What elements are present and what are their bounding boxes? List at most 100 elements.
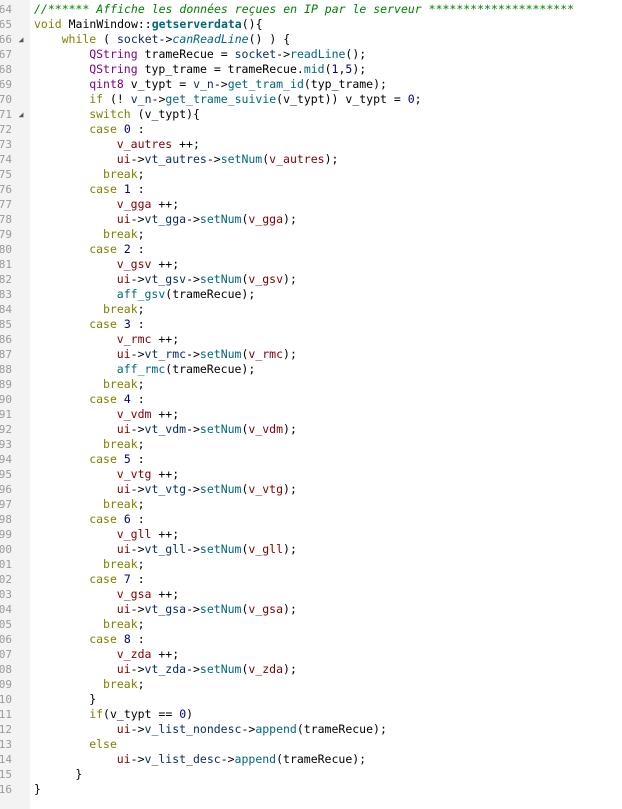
line-number: 114 bbox=[0, 753, 12, 766]
line-number: 78 bbox=[0, 213, 12, 226]
code-line[interactable]: 75 break; bbox=[0, 167, 622, 182]
code-line[interactable]: 116} bbox=[0, 782, 622, 797]
code-token: -> bbox=[206, 152, 221, 166]
code-line[interactable]: 81 v_gsv ++; bbox=[0, 257, 622, 272]
code-line[interactable]: 91 v_vdm ++; bbox=[0, 407, 622, 422]
code-line[interactable]: 85 case 3 : bbox=[0, 317, 622, 332]
code-line[interactable]: 66 ◢ while ( socket->canReadLine() ) { bbox=[0, 32, 622, 47]
code-line[interactable]: 102 case 7 : bbox=[0, 572, 622, 587]
code-line[interactable]: 79 break; bbox=[0, 227, 622, 242]
code-line[interactable]: 115} bbox=[0, 767, 622, 782]
code-line[interactable]: 84 break; bbox=[0, 302, 622, 317]
code-line[interactable]: 64 //****** Affiche les données reçues en… bbox=[0, 2, 622, 17]
line-number: 64 bbox=[0, 3, 12, 16]
code-token: v_zda bbox=[116, 647, 152, 661]
code-line[interactable]: 96 ui->vt_vtg->setNum(v_vtg); bbox=[0, 482, 622, 497]
code-line[interactable]: 111 if(v_typt == 0) bbox=[0, 707, 622, 722]
code-line[interactable]: 70 if (! v_n->get_trame_suivie(v_typt)) v… bbox=[0, 92, 622, 107]
code-line[interactable]: 113 else bbox=[0, 737, 622, 752]
code-line[interactable]: 68 QString typ_trame = trameRecue.mid(1,5… bbox=[0, 62, 622, 77]
code-token: ui bbox=[116, 542, 131, 556]
code-line[interactable]: 71 ◢ switch (v_typt){ bbox=[0, 107, 622, 122]
code-line[interactable]: 90 case 4 : bbox=[0, 392, 622, 407]
code-line[interactable]: 82 ui->vt_gsv->setNum(v_gsv); bbox=[0, 272, 622, 287]
code-line[interactable]: 112ui->v_list_nondesc->append(trameRecue… bbox=[0, 722, 622, 737]
code-token: (); bbox=[345, 47, 367, 61]
code-line[interactable]: 72 case 0 : bbox=[0, 122, 622, 137]
code-line[interactable]: 69 qint8 v_typt = v_n->get_tram_id(typ_tr… bbox=[0, 77, 622, 92]
code-token: if bbox=[89, 92, 104, 106]
line-number: 94 bbox=[0, 453, 12, 466]
code-token: v_list_desc bbox=[144, 752, 221, 766]
code-line[interactable]: 93 break; bbox=[0, 437, 622, 452]
code-token: -> bbox=[186, 602, 200, 616]
code-text: ui->vt_rmc->setNum(v_rmc); bbox=[34, 347, 297, 362]
code-line[interactable]: 97 break; bbox=[0, 497, 622, 512]
code-line[interactable]: 110} bbox=[0, 692, 622, 707]
code-line[interactable]: 73 v_autres ++; bbox=[0, 137, 622, 152]
code-line[interactable]: 106 case 8 : bbox=[0, 632, 622, 647]
code-token: ui bbox=[116, 152, 131, 166]
code-text: break; bbox=[34, 437, 145, 452]
code-line[interactable]: 80 case 2 : bbox=[0, 242, 622, 257]
code-line[interactable]: 76 case 1 : bbox=[0, 182, 622, 197]
line-number: 95 bbox=[0, 468, 12, 481]
code-token: (){ bbox=[241, 17, 263, 31]
code-token: 5 bbox=[123, 452, 131, 466]
code-token: ; bbox=[137, 437, 145, 451]
code-line[interactable]: 114ui->v_list_desc->append(trameRecue); bbox=[0, 752, 622, 767]
code-line[interactable]: 103 v_gsa ++; bbox=[0, 587, 622, 602]
line-number: 69 bbox=[0, 78, 12, 91]
code-text: if(v_typt == 0) bbox=[34, 707, 193, 722]
code-token: : bbox=[130, 242, 145, 256]
code-area[interactable]: 64//****** Affiche les données reçues en… bbox=[0, 2, 622, 797]
code-line[interactable]: 99 v_gll ++; bbox=[0, 527, 622, 542]
code-line[interactable]: 105 break; bbox=[0, 617, 622, 632]
code-line[interactable]: 74 ui->vt_autres->setNum(v_autres); bbox=[0, 152, 622, 167]
code-token: ); bbox=[283, 602, 297, 616]
code-line[interactable]: 87 ui->vt_rmc->setNum(v_rmc); bbox=[0, 347, 622, 362]
code-line[interactable]: 78 ui->vt_gga->setNum(v_gga); bbox=[0, 212, 622, 227]
fold-arrow-icon[interactable]: ◢ bbox=[16, 33, 26, 46]
line-number: 103 bbox=[0, 588, 12, 601]
line-number: 76 bbox=[0, 183, 12, 196]
code-line[interactable]: 104 ui->vt_gsa->setNum(v_gsa); bbox=[0, 602, 622, 617]
code-token: : bbox=[130, 182, 145, 196]
code-token: MainWindow:: bbox=[61, 17, 152, 31]
code-line[interactable]: 95 v_vtg ++; bbox=[0, 467, 622, 482]
fold-arrow-icon[interactable]: ◢ bbox=[16, 108, 26, 121]
code-line[interactable]: 65 void MainWindow::getserverdata(){ bbox=[0, 17, 622, 32]
code-line[interactable]: 92 ui->vt_vdm->setNum(v_vdm); bbox=[0, 422, 622, 437]
code-token: readLine bbox=[290, 47, 346, 61]
code-line[interactable]: 88 aff_rmc(trameRecue); bbox=[0, 362, 622, 377]
code-token: : bbox=[130, 572, 145, 586]
code-line[interactable]: 107 v_zda ++; bbox=[0, 647, 622, 662]
code-line[interactable]: 109 break; bbox=[0, 677, 622, 692]
line-number: 86 bbox=[0, 333, 12, 346]
code-line[interactable]: 94 case 5 : bbox=[0, 452, 622, 467]
code-token: ; bbox=[414, 92, 422, 106]
code-token: ui bbox=[116, 272, 131, 286]
code-line[interactable]: 108 ui->vt_zda->setNum(v_zda); bbox=[0, 662, 622, 677]
code-token: -> bbox=[158, 32, 173, 46]
code-text: else bbox=[34, 737, 117, 752]
code-token: : bbox=[130, 452, 145, 466]
code-line[interactable]: 98 case 6 : bbox=[0, 512, 622, 527]
code-token: 4 bbox=[123, 392, 131, 406]
code-line[interactable]: 100 ui->vt_gll->setNum(v_gll); bbox=[0, 542, 622, 557]
code-token: 0 bbox=[123, 122, 131, 136]
code-token: ui bbox=[116, 722, 131, 736]
code-token: -> bbox=[130, 542, 145, 556]
code-token: v_gga bbox=[116, 197, 152, 211]
code-line[interactable]: 101 break; bbox=[0, 557, 622, 572]
code-line[interactable]: 77 v_gga ++; bbox=[0, 197, 622, 212]
line-number: 73 bbox=[0, 138, 12, 151]
code-token: aff_rmc bbox=[116, 362, 166, 376]
code-line[interactable]: 89 break; bbox=[0, 377, 622, 392]
code-editor[interactable]: 64//****** Affiche les données reçues en… bbox=[0, 0, 622, 809]
code-line[interactable]: 67 QString trameRecue = socket->readLine(… bbox=[0, 47, 622, 62]
code-line[interactable]: 86 v_rmc ++; bbox=[0, 332, 622, 347]
code-line[interactable]: 83 aff_gsv(trameRecue); bbox=[0, 287, 622, 302]
